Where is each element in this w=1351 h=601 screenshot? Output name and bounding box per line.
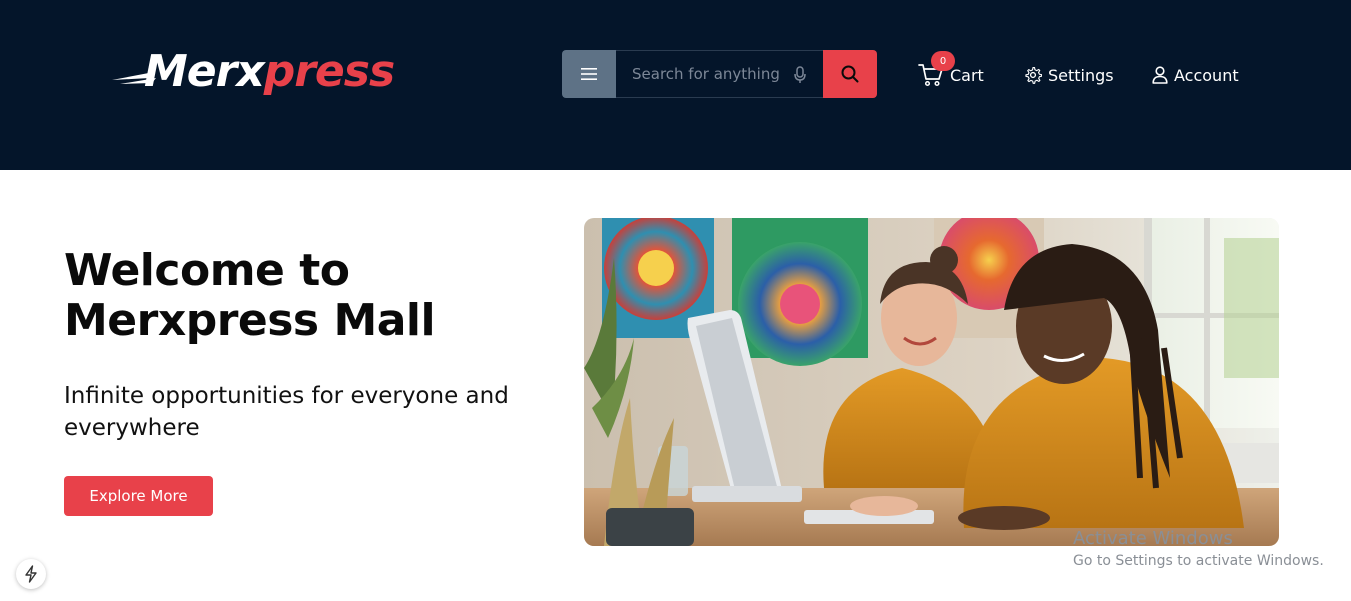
search-field-wrapper xyxy=(616,50,823,98)
account-link[interactable]: Account xyxy=(1152,62,1239,88)
categories-menu-button[interactable] xyxy=(562,50,616,98)
explore-more-button[interactable]: Explore More xyxy=(64,476,213,516)
gear-icon xyxy=(1025,66,1042,84)
hero-subtitle: Infinite opportunities for everyone and … xyxy=(64,383,509,441)
search-input[interactable] xyxy=(616,51,796,97)
cart-count-badge: 0 xyxy=(931,51,955,71)
hamburger-icon xyxy=(581,68,597,80)
user-icon xyxy=(1152,66,1168,84)
site-header: Merxpress Search for anything 0 Cart Set… xyxy=(0,0,1351,170)
cart-link[interactable]: 0 Cart xyxy=(918,51,984,88)
logo-text-press: press xyxy=(263,46,395,97)
cart-icon-wrapper: 0 xyxy=(918,51,955,88)
microphone-icon[interactable] xyxy=(794,66,806,84)
windows-watermark-subtitle: Go to Settings to activate Windows. xyxy=(1073,553,1324,569)
search-bar xyxy=(562,50,877,98)
cart-label: Cart xyxy=(950,65,984,85)
settings-label: Settings xyxy=(1048,65,1114,85)
hero-photo xyxy=(584,218,1279,546)
office-scene-illustration xyxy=(584,218,1279,546)
logo-wordmark: Merxpress xyxy=(144,42,395,102)
search-submit-button[interactable] xyxy=(823,50,877,98)
logo-text-merx: Merx xyxy=(144,46,265,97)
windows-watermark-title: Activate Windows xyxy=(1073,528,1233,549)
search-icon xyxy=(841,65,859,83)
lightning-bolt-icon xyxy=(25,565,37,583)
settings-link[interactable]: Settings xyxy=(1024,62,1114,88)
quick-action-button[interactable] xyxy=(16,559,46,589)
hero-title: Welcome to Merxpress Mall xyxy=(64,245,436,346)
merxpress-logo[interactable]: Merxpress xyxy=(110,42,410,106)
account-label: Account xyxy=(1174,65,1239,85)
